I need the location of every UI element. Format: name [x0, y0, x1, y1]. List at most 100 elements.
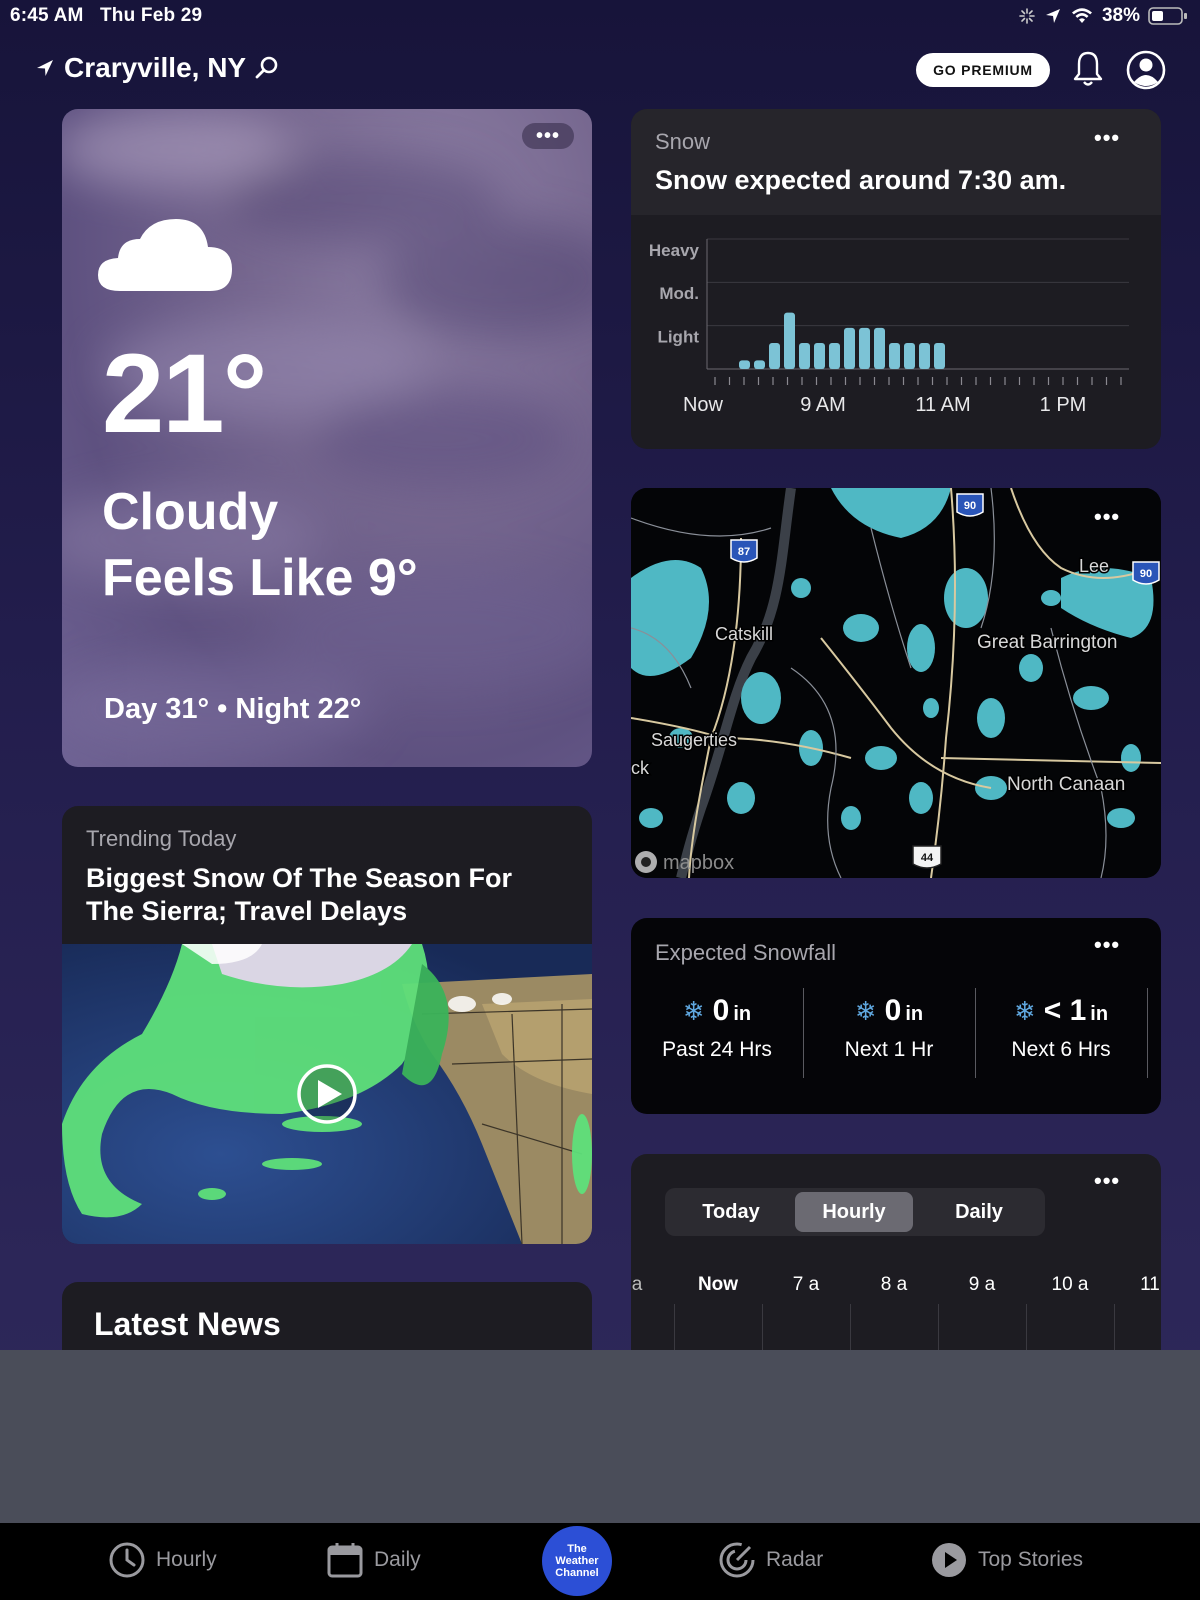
radar-icon — [719, 1542, 755, 1578]
y-tick-label: Light — [657, 328, 699, 347]
location-arrow-icon — [37, 60, 53, 76]
snow-header: Snow Snow expected around 7:30 am. ••• — [631, 109, 1161, 215]
snow-title: Snow expected around 7:30 am. — [655, 165, 1067, 195]
hour-label: 7 a — [792, 1274, 820, 1295]
more-options-button[interactable]: ••• — [1094, 506, 1120, 528]
snowfall-caption: Next 1 Hr — [844, 1038, 934, 1061]
play-icon — [297, 1064, 357, 1124]
snowfall-value: 0 — [712, 994, 730, 1027]
battery-percent: 38% — [1101, 5, 1140, 26]
current-temperature: 21° — [102, 331, 267, 456]
hour-label: 10 a — [1051, 1274, 1089, 1295]
blank-overlay-area — [0, 1350, 1200, 1523]
calendar-icon — [327, 1543, 363, 1578]
snowflake-icon: ❄ — [854, 996, 877, 1026]
snow-bar — [784, 312, 795, 369]
search-icon[interactable] — [254, 55, 280, 81]
status-time: 6:45 AM Thu Feb 29 — [10, 5, 203, 26]
snowflake-icon: ❄ — [1013, 996, 1036, 1026]
tab-radar-nav[interactable]: Radar — [718, 1541, 823, 1579]
map-label: Catskill — [715, 624, 773, 644]
y-tick-label: Heavy — [649, 241, 700, 260]
forecast-segmented-control: Today Hourly Daily — [665, 1188, 1045, 1236]
x-tick-label: 1 PM — [1040, 394, 1087, 416]
map-label: Saugerties — [651, 730, 737, 750]
snowfall-label: Expected Snowfall — [655, 940, 836, 965]
location-arrow-icon — [1045, 9, 1060, 23]
activity-icon — [1019, 8, 1035, 24]
map-shield-label: 90 — [1140, 568, 1152, 580]
snow-bar — [889, 343, 900, 369]
feels-like-label: Feels Like 9° — [102, 549, 418, 607]
bell-icon[interactable] — [1072, 50, 1104, 88]
tab-hourly[interactable]: Hourly — [795, 1192, 913, 1232]
clock-icon — [109, 1542, 145, 1578]
profile-icon[interactable] — [1126, 50, 1166, 90]
condition-text: Cloudy Feels Like 9° — [102, 479, 418, 611]
status-icons: 38% — [1018, 5, 1188, 27]
snowfall-unit: in — [1090, 1003, 1109, 1025]
snow-intensity-chart: Heavy Mod. Light Now 9 AM 11 AM 1 PM — [649, 238, 1129, 416]
radar-map: 87 90 90 44 Catskill Great Barrington Sa… — [631, 488, 1161, 878]
location-name: Craryville, NY — [64, 52, 247, 83]
tab-hourly-nav[interactable]: Hourly — [108, 1541, 217, 1579]
snow-bar — [739, 360, 750, 369]
snow-bar — [874, 327, 885, 369]
snowfall-value: 0 — [884, 994, 902, 1027]
weather-channel-logo[interactable]: The Weather Channel — [542, 1526, 612, 1596]
snow-bar — [769, 343, 780, 369]
forecast-card[interactable]: ••• Today Hourly Daily a Now 7 a 8 a 9 a… — [631, 1154, 1161, 1362]
x-tick-label: 9 AM — [800, 394, 846, 416]
more-options-button[interactable]: ••• — [1094, 127, 1120, 149]
tab-daily-nav[interactable]: Daily — [326, 1541, 421, 1579]
snow-bar — [919, 343, 930, 369]
highway-shield-90-east: 90 — [1132, 561, 1160, 585]
play-circle-icon — [932, 1543, 966, 1577]
snow-bar — [934, 343, 945, 369]
trending-title[interactable]: Biggest Snow Of The Season For The Sierr… — [86, 862, 566, 928]
tab-today[interactable]: Today — [669, 1192, 793, 1232]
radar-map-card[interactable]: 87 90 90 44 Catskill Great Barrington Sa… — [631, 488, 1161, 878]
tab-daily[interactable]: Daily — [917, 1192, 1041, 1232]
snow-label: Snow — [655, 129, 711, 154]
current-conditions-card[interactable]: ••• 21° Cloudy Feels Like 9° Day 31° • N… — [62, 109, 592, 767]
map-shield-label: 44 — [921, 852, 934, 864]
snowfall-value: < 1 — [1043, 994, 1087, 1027]
snowfall-unit: in — [905, 1003, 924, 1025]
map-label: North Canaan — [1007, 774, 1125, 795]
snow-card[interactable]: Snow Snow expected around 7:30 am. ••• H… — [631, 109, 1161, 449]
latest-news-title: Latest News — [94, 1306, 281, 1342]
snow-bar — [799, 343, 810, 369]
mapbox-attribution: mapbox — [663, 852, 734, 874]
condition-label: Cloudy — [102, 483, 279, 541]
y-tick-label: Mod. — [659, 284, 699, 303]
map-label: Lee — [1079, 556, 1109, 576]
hour-label: 9 a — [968, 1274, 996, 1295]
logo-text: The Weather Channel — [555, 1543, 599, 1579]
tab-label: Hourly — [156, 1548, 217, 1571]
snow-bar — [844, 327, 855, 369]
map-shield-label: 87 — [738, 546, 750, 558]
map-label: Great Barrington — [977, 632, 1117, 653]
snowflake-icon: ❄ — [682, 996, 705, 1026]
tab-label: Top Stories — [978, 1548, 1084, 1571]
x-tick-label: Now — [683, 394, 724, 416]
snow-bar — [754, 360, 765, 369]
trending-video-thumbnail[interactable] — [62, 944, 592, 1244]
expected-snowfall-card[interactable]: Expected Snowfall ••• ❄ 0 in Past 24 Hrs ❄… — [631, 918, 1161, 1114]
go-premium-button[interactable]: GO PREMIUM — [916, 53, 1050, 87]
wifi-icon — [1071, 8, 1092, 23]
more-options-button[interactable]: ••• — [1094, 1170, 1120, 1192]
divider — [1147, 988, 1148, 1078]
snow-bar — [904, 343, 915, 369]
hour-label: 8 a — [880, 1274, 908, 1295]
bottom-tab-bar: Hourly Daily The Weather Channel Radar T… — [0, 1523, 1200, 1600]
location-selector[interactable]: Craryville, NY — [34, 52, 280, 84]
hour-label: Now — [697, 1274, 739, 1295]
more-options-button[interactable]: ••• — [1094, 934, 1120, 956]
tab-top-stories-nav[interactable]: Top Stories — [930, 1541, 1083, 1579]
tab-label: Radar — [766, 1548, 824, 1571]
more-options-button[interactable]: ••• — [522, 123, 574, 149]
trending-card[interactable]: Trending Today Biggest Snow Of The Seaso… — [62, 806, 592, 1244]
tab-label: Daily — [374, 1548, 421, 1571]
